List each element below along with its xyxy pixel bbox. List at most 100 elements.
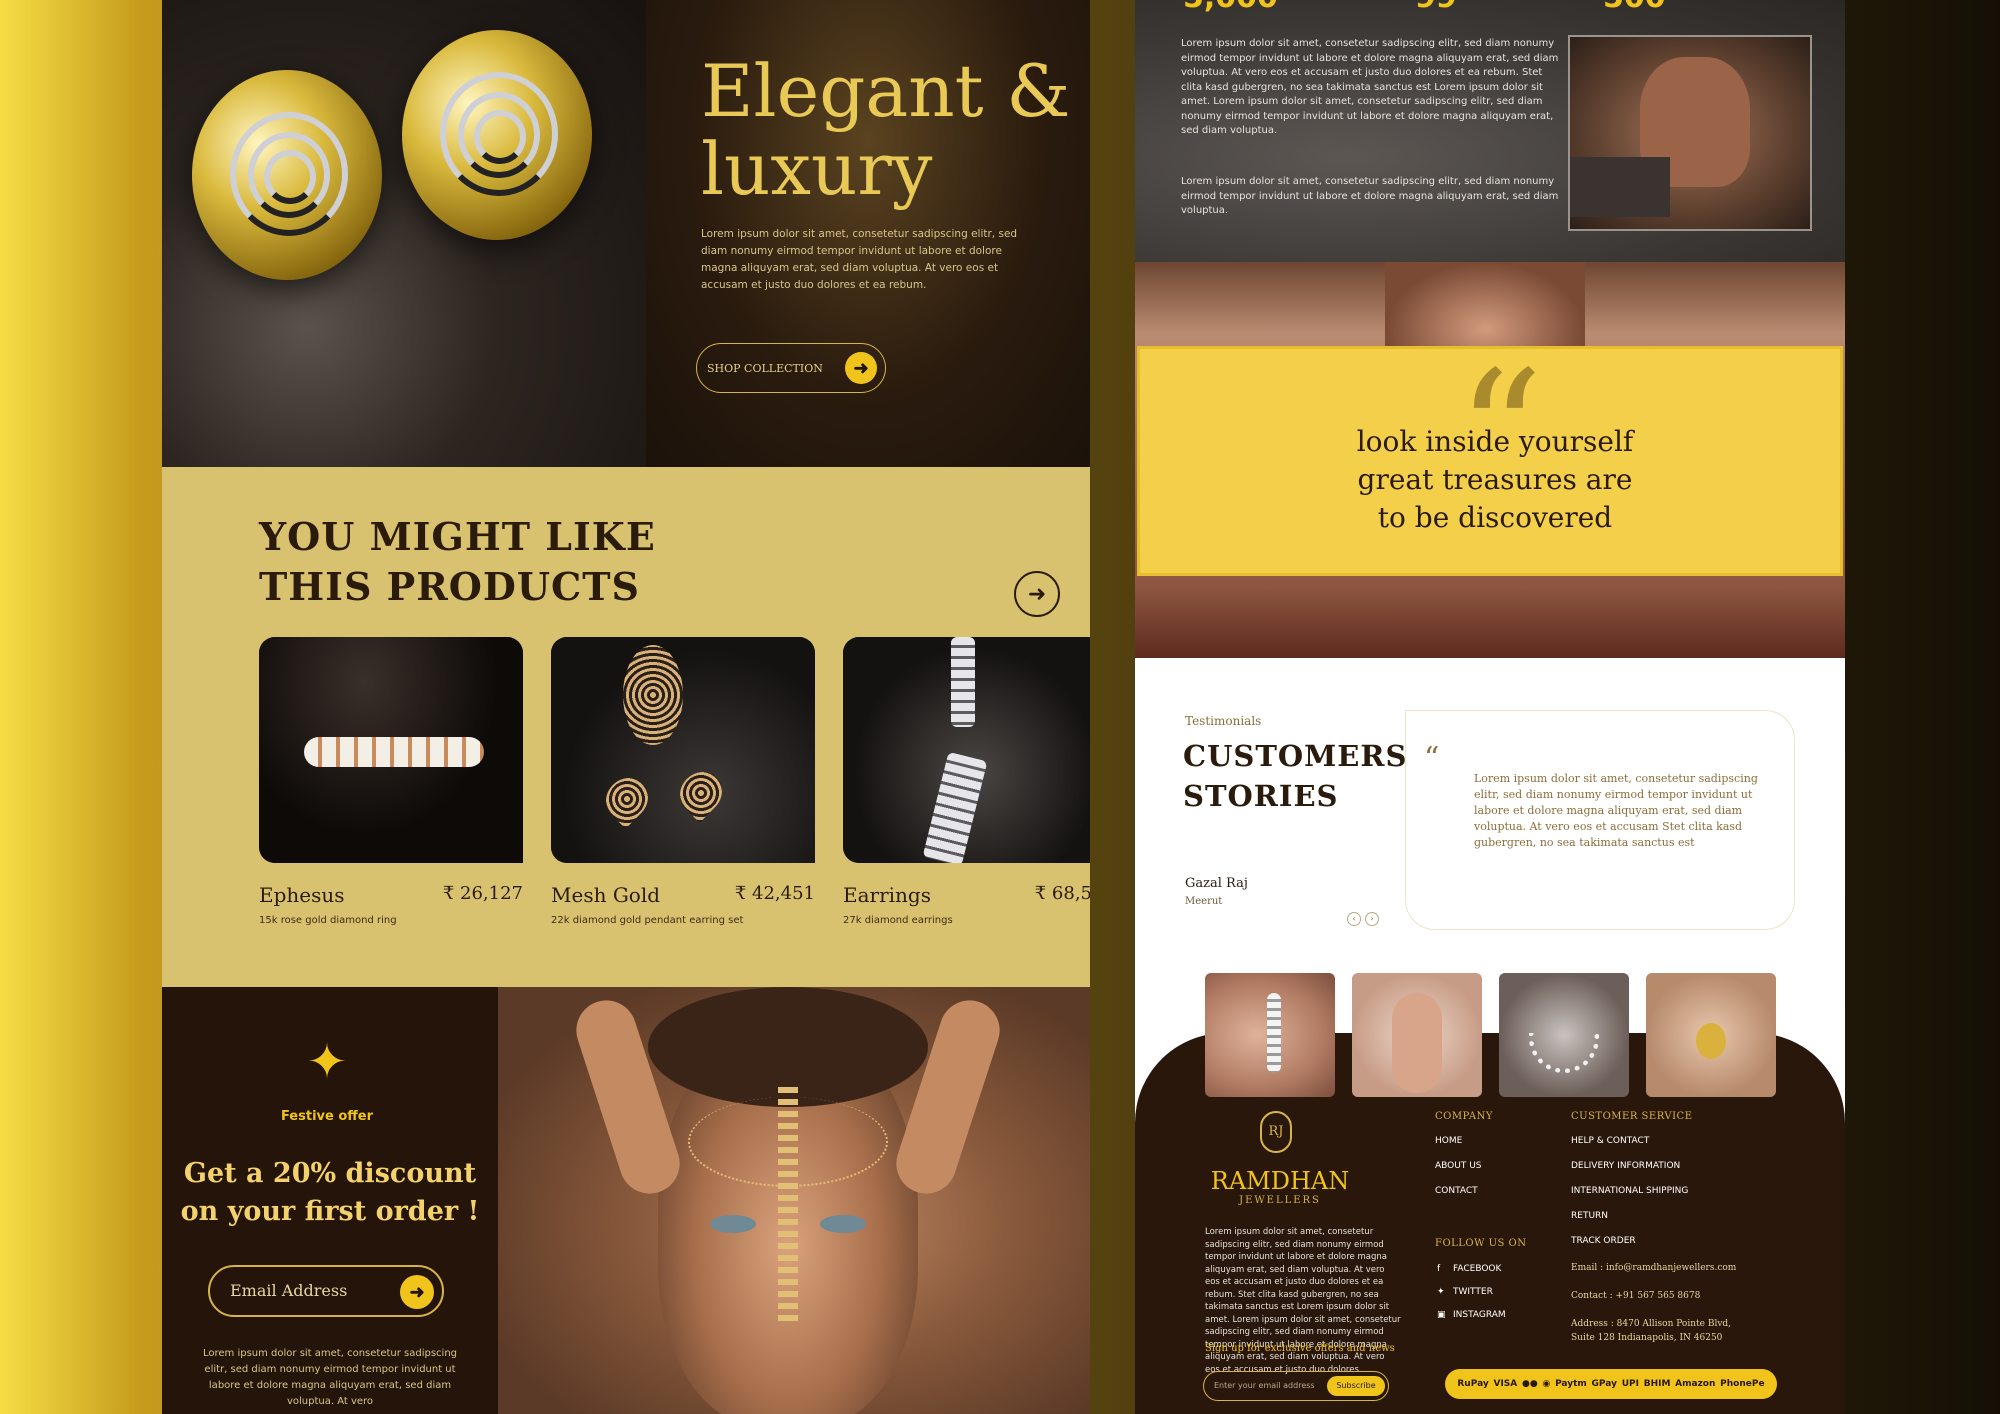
products-next-button[interactable]: ➜ bbox=[1014, 571, 1060, 617]
gpay-icon: GPay bbox=[1591, 1379, 1617, 1389]
product-description: 22k diamond gold pendant earring set bbox=[551, 915, 744, 926]
footer-address-line1: Address : 8470 Allison Pointe Blvd, bbox=[1571, 1319, 1732, 1329]
footer-link-contact[interactable]: CONTACT bbox=[1435, 1186, 1478, 1196]
testimonial-card: “ Lorem ipsum dolor sit amet, consetetur… bbox=[1405, 710, 1795, 930]
product-name: Earrings bbox=[843, 883, 931, 907]
stat-value: 99 bbox=[1415, 0, 1457, 15]
footer-link-return[interactable]: RETURN bbox=[1571, 1211, 1608, 1221]
stat-value: 5,000 bbox=[1183, 0, 1278, 15]
company-heading: COMPANY bbox=[1435, 1111, 1493, 1122]
testimonials-label: Testimonials bbox=[1185, 714, 1262, 728]
product-price: ₹ 42,451 bbox=[734, 883, 815, 904]
footer-link-help[interactable]: HELP & CONTACT bbox=[1571, 1136, 1649, 1146]
signup-label: Sign up for exclusive offers and news bbox=[1205, 1343, 1395, 1354]
card-icon: ◉ bbox=[1542, 1379, 1551, 1389]
stat-value: 500 bbox=[1603, 0, 1666, 15]
gallery-thumb-hand[interactable] bbox=[1352, 973, 1482, 1097]
customer-city: Meerut bbox=[1185, 896, 1223, 907]
quote-box: “ look inside yourself great treasures a… bbox=[1137, 346, 1843, 576]
product-image-pendant bbox=[551, 637, 815, 863]
footer-link-about[interactable]: ABOUT US bbox=[1435, 1161, 1482, 1171]
brand-name: RAMDHAN bbox=[1210, 1167, 1350, 1195]
subscribe-button[interactable]: Subscribe bbox=[1327, 1376, 1385, 1396]
product-card[interactable]: Ephesus ₹ 26,127 15k rose gold diamond r… bbox=[259, 637, 523, 926]
twitter-icon: ✦ bbox=[1437, 1287, 1445, 1297]
footer-email: Email : info@ramdhanjewellers.com bbox=[1571, 1263, 1737, 1273]
brand-monogram-logo: RJ bbox=[1260, 1111, 1292, 1153]
product-card[interactable]: Earrings ₹ 68,5 27k diamond earrings bbox=[843, 637, 1090, 926]
sparkle-star-icon: ✦ bbox=[306, 1034, 348, 1090]
stats-numbers: 5,000 99 500 bbox=[1183, 0, 1703, 15]
gallery-thumb-pendant[interactable] bbox=[1646, 973, 1776, 1097]
quote-text: look inside yourself great treasures are… bbox=[1260, 423, 1730, 537]
earring-left-image bbox=[192, 70, 382, 280]
footer-link-home[interactable]: HOME bbox=[1435, 1136, 1462, 1146]
footer-contact: Contact : +91 567 565 8678 bbox=[1571, 1291, 1701, 1301]
offer-label: Festive offer bbox=[280, 1109, 374, 1124]
footer-link-instagram[interactable]: INSTAGRAM bbox=[1453, 1310, 1506, 1320]
product-name: Ephesus bbox=[259, 883, 345, 907]
products-title-line2: THIS PRODUCTS bbox=[259, 564, 640, 609]
festive-offer-section: ✦ Festive offer Get a 20% discount on yo… bbox=[162, 987, 498, 1414]
arrow-right-icon: ➜ bbox=[845, 352, 877, 384]
footer-link-delivery[interactable]: DELIVERY INFORMATION bbox=[1571, 1161, 1680, 1171]
testimonial-text: Lorem ipsum dolor sit amet, consetetur s… bbox=[1474, 772, 1758, 849]
product-image-earrings bbox=[843, 637, 1090, 863]
testimonial-pager: ‹ › bbox=[1347, 906, 1387, 926]
amazon-pay-icon: Amazon bbox=[1675, 1379, 1716, 1389]
earring-right-image bbox=[402, 30, 592, 240]
visa-icon: VISA bbox=[1493, 1379, 1518, 1389]
customer-name: Gazal Raj bbox=[1185, 876, 1248, 891]
submit-arrow-button[interactable]: ➜ bbox=[400, 1275, 434, 1309]
shop-collection-button[interactable]: SHOP COLLECTION ➜ bbox=[696, 343, 886, 393]
email-placeholder: Email Address bbox=[230, 1281, 348, 1300]
about-paragraph: Lorem ipsum dolor sit amet, consetetur s… bbox=[1181, 176, 1559, 216]
hero-description: Lorem ipsum dolor sit amet, consetetur s… bbox=[701, 228, 1018, 291]
payment-methods-bar: RuPay VISA ●● ◉ Paytm GPay UPI BHIM Amaz… bbox=[1445, 1369, 1777, 1399]
brand-subtitle: JEWELLERS bbox=[1239, 1195, 1321, 1206]
gallery-thumb-necklace[interactable] bbox=[1499, 973, 1629, 1097]
quote-line1: look inside yourself bbox=[1356, 425, 1634, 458]
footer-link-facebook[interactable]: FACEBOOK bbox=[1453, 1264, 1501, 1274]
footer-link-twitter[interactable]: TWITTER bbox=[1453, 1287, 1493, 1297]
instagram-icon: ▣ bbox=[1437, 1310, 1446, 1320]
quote-line3: to be discovered bbox=[1377, 501, 1613, 534]
testimonials-title: CUSTOMERS STORIES bbox=[1183, 736, 1413, 816]
product-recommendations-section: YOU MIGHT LIKE THIS PRODUCTS ➜ Ephesus ₹… bbox=[162, 467, 1090, 987]
products-title: YOU MIGHT LIKE THIS PRODUCTS bbox=[259, 512, 759, 612]
gallery-thumb-earring[interactable] bbox=[1205, 973, 1335, 1097]
next-testimonial-button[interactable]: › bbox=[1365, 912, 1379, 926]
quote-section: “ look inside yourself great treasures a… bbox=[1135, 262, 1845, 658]
facebook-icon: f bbox=[1437, 1264, 1441, 1274]
artisan-hands-image bbox=[1568, 35, 1812, 231]
product-price: ₹ 26,127 bbox=[442, 883, 523, 904]
quote-open-icon: “ bbox=[1424, 741, 1440, 776]
offer-title: Get a 20% discount on your first order ! bbox=[172, 1155, 488, 1231]
hero-section: Elegant & luxury Lorem ipsum dolor sit a… bbox=[162, 0, 1090, 467]
mastercard-icon: ●● bbox=[1522, 1379, 1538, 1389]
quote-line2: great treasures are bbox=[1357, 463, 1633, 496]
offer-title-line2: on your first order ! bbox=[180, 1196, 480, 1227]
offer-title-line1: Get a 20% discount bbox=[183, 1158, 477, 1189]
paytm-icon: Paytm bbox=[1555, 1379, 1587, 1389]
bhim-icon: BHIM bbox=[1643, 1379, 1671, 1389]
rupay-icon: RuPay bbox=[1457, 1379, 1489, 1389]
product-card[interactable]: Mesh Gold ₹ 42,451 22k diamond gold pend… bbox=[551, 637, 815, 926]
upi-icon: UPI bbox=[1621, 1379, 1639, 1389]
about-paragraph: Lorem ipsum dolor sit amet, consetetur s… bbox=[1181, 38, 1559, 136]
email-input[interactable]: Email Address ➜ bbox=[208, 1265, 444, 1317]
model-portrait-image bbox=[498, 987, 1090, 1414]
product-description: 27k diamond earrings bbox=[843, 915, 953, 926]
testimonials-section: Testimonials CUSTOMERS STORIES Gazal Raj… bbox=[1135, 658, 1845, 973]
product-image-ring bbox=[259, 637, 523, 863]
footer-link-track[interactable]: TRACK ORDER bbox=[1571, 1236, 1636, 1246]
offer-description: Lorem ipsum dolor sit amet, consetetur s… bbox=[202, 1348, 458, 1407]
hero-content: Elegant & luxury Lorem ipsum dolor sit a… bbox=[646, 0, 1090, 467]
footer-address-line2: Suite 128 Indianapolis, IN 46250 bbox=[1571, 1333, 1723, 1343]
prev-testimonial-button[interactable]: ‹ bbox=[1347, 912, 1361, 926]
footer-link-shipping[interactable]: INTERNATIONAL SHIPPING bbox=[1571, 1186, 1688, 1196]
hero-earrings-image bbox=[162, 0, 646, 467]
shop-collection-label: SHOP COLLECTION bbox=[707, 361, 823, 375]
testimonials-title-line2: STORIES bbox=[1183, 779, 1339, 813]
customer-service-heading: CUSTOMER SERVICE bbox=[1571, 1111, 1693, 1122]
